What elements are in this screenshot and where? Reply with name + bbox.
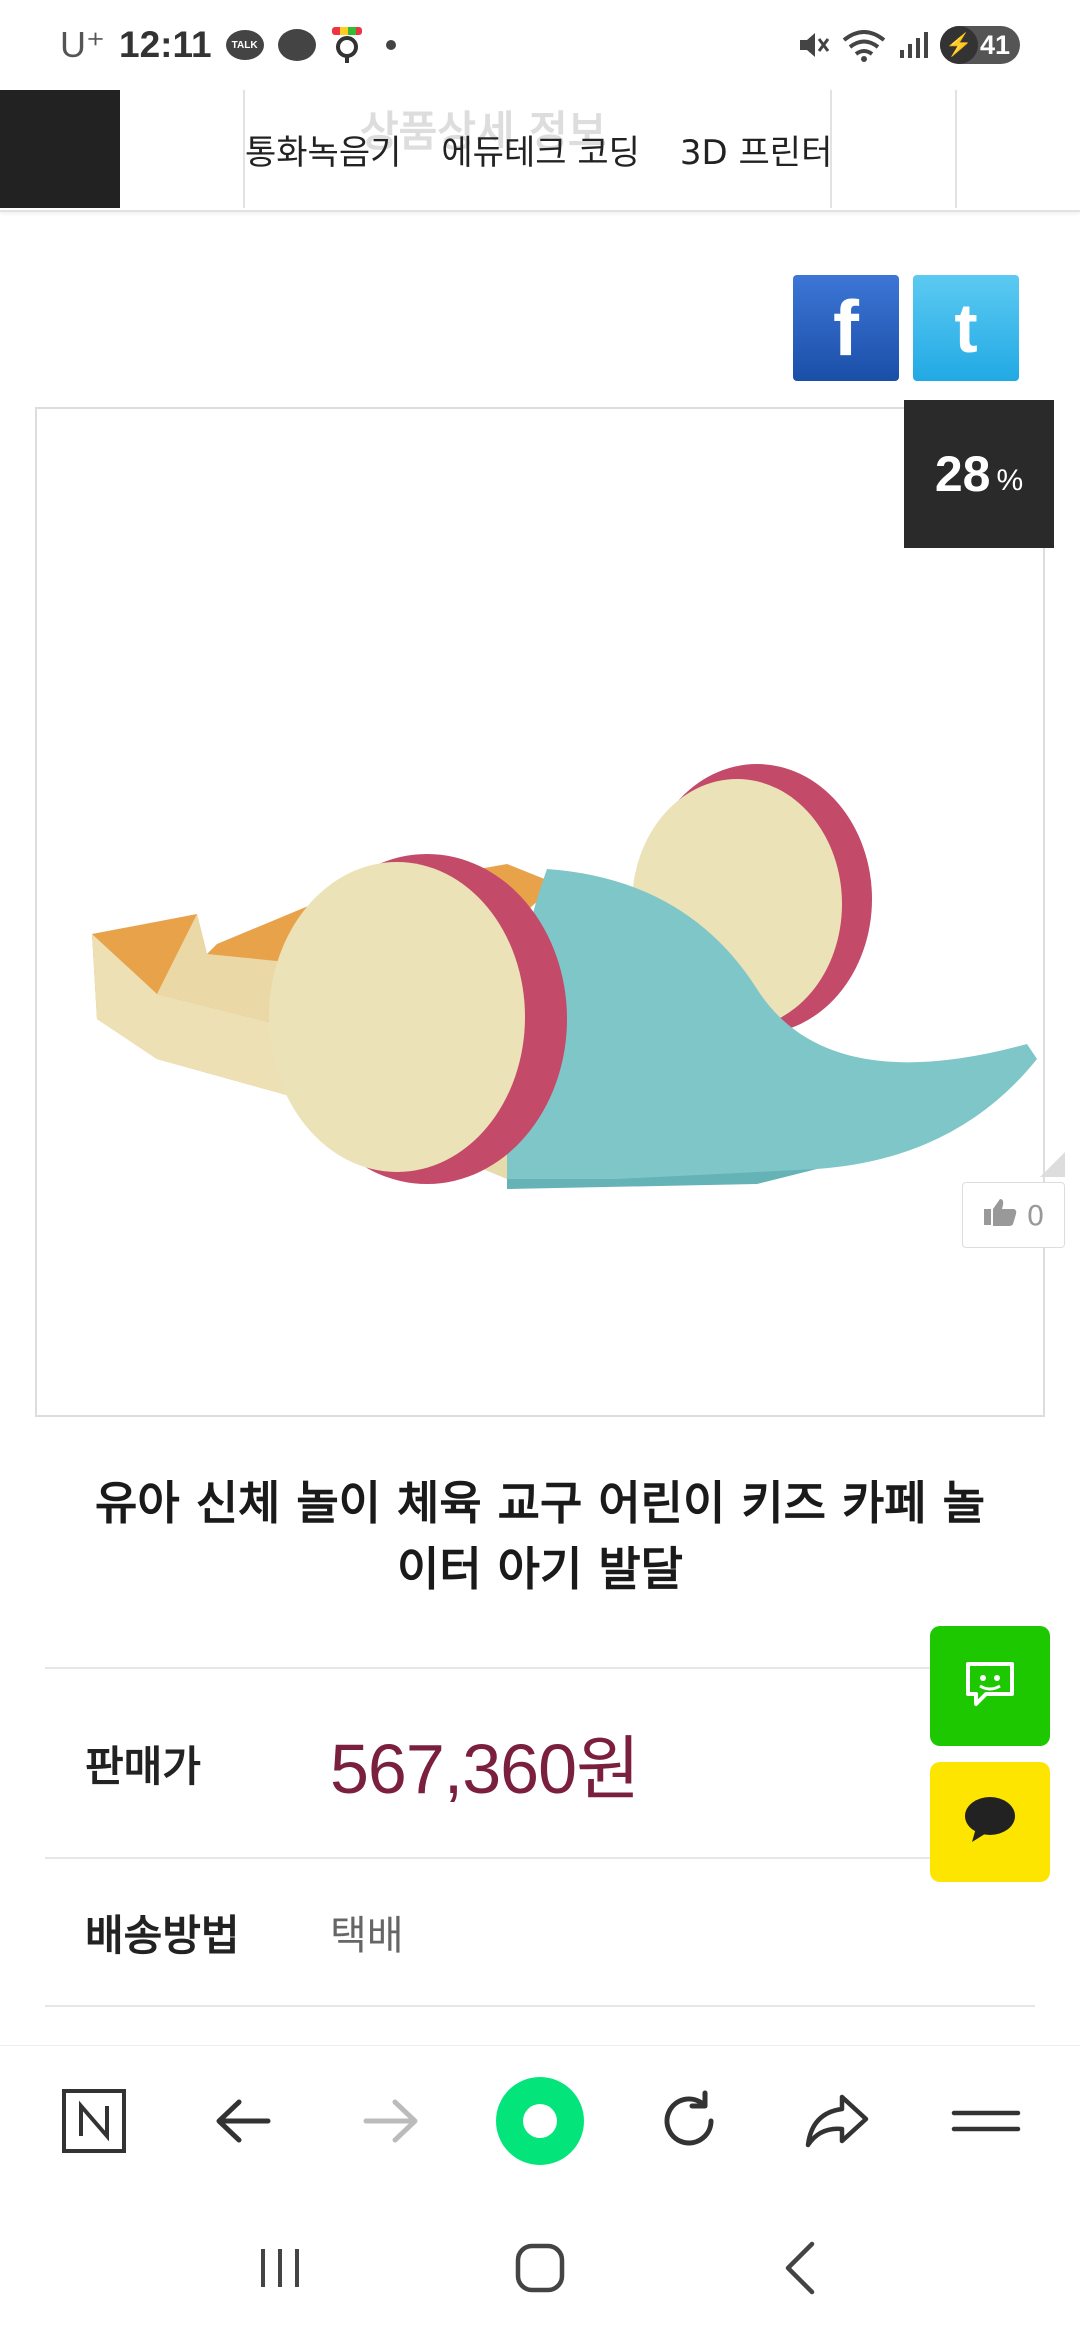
home-button[interactable] [485, 2213, 595, 2323]
product-title-line-1: 유아 신체 놀이 체육 교구 어린이 키즈 카페 놀 [95, 1476, 985, 1530]
product-info-table: 판매가 567,360원 배송방법 택배 [45, 1667, 1035, 2007]
facebook-icon: f [833, 283, 859, 372]
price-value: 567,360원 [330, 1729, 640, 1808]
forward-arrow-icon [363, 2099, 418, 2142]
category-nav: 통화녹음기 에듀테크 코딩 3D 프린터 [245, 90, 830, 208]
kakao-chat-icon [962, 1794, 1018, 1850]
status-right: ⚡ 41 [796, 26, 1020, 64]
like-count: 0 [1026, 1198, 1045, 1232]
kakaotalk-notification-icon: TALK [225, 30, 264, 60]
product-title: 유아 신체 놀이 체육 교구 어린이 키즈 카페 놀 이터 아기 발달 [80, 1470, 1000, 1602]
facebook-share-button[interactable]: f [793, 275, 899, 381]
naver-talk-icon [964, 1660, 1016, 1712]
nav-divider [955, 90, 957, 208]
chat-notification-icon [277, 29, 316, 61]
more-notifications-dot [385, 40, 396, 50]
product-title-line-2: 이터 아기 발달 [397, 1542, 683, 1596]
like-button[interactable]: 0 [962, 1182, 1065, 1248]
back-button[interactable] [188, 2066, 298, 2176]
menu-icon [951, 2110, 1020, 2131]
forward-button[interactable] [336, 2066, 446, 2176]
product-photo [92, 764, 1037, 1189]
charging-icon: ⚡ [940, 26, 978, 64]
browser-toolbar [0, 2045, 1080, 2195]
wifi-icon [842, 28, 886, 62]
home-icon [515, 2243, 565, 2292]
back-arrow-icon [216, 2099, 271, 2142]
menu-button[interactable] [931, 2066, 1041, 2176]
share-icon [805, 2094, 869, 2147]
share-buttons: f t [793, 275, 1019, 381]
refresh-icon [664, 2090, 714, 2145]
kakao-chat-button[interactable] [930, 1762, 1050, 1882]
system-back-button[interactable] [745, 2213, 855, 2323]
nav-item-call-recorder[interactable]: 통화녹음기 [245, 125, 401, 174]
clock: 12:11 [119, 24, 212, 65]
price-row: 판매가 567,360원 [45, 1667, 1035, 1857]
shipping-value: 택배 [330, 1913, 404, 1959]
naver-home-icon [495, 2076, 584, 2165]
back-icon [785, 2241, 815, 2294]
battery-indicator: ⚡ 41 [940, 26, 1020, 64]
naver-n-button[interactable] [39, 2066, 149, 2176]
battery-level: 41 [979, 29, 1010, 60]
status-bar: U⁺ 12:11 TALK ⚡ 41 [0, 0, 1080, 90]
nav-divider [830, 90, 832, 208]
system-navigation-bar [0, 2195, 1080, 2340]
refresh-button[interactable] [634, 2066, 744, 2176]
recent-apps-icon [261, 2248, 299, 2287]
nav-item-edutech-coding[interactable]: 에듀테크 코딩 [441, 125, 640, 174]
price-label: 판매가 [85, 1741, 201, 1791]
naver-n-icon [62, 2088, 127, 2153]
like-corner-tab [1040, 1152, 1065, 1177]
share-button[interactable] [782, 2066, 892, 2176]
discount-badge: 28 % [904, 400, 1054, 548]
map-notification-icon [330, 25, 364, 65]
discount-unit: % [996, 464, 1024, 497]
product-image[interactable] [35, 407, 1045, 1417]
signal-icon [898, 30, 928, 60]
status-left: U⁺ 12:11 TALK [60, 24, 396, 66]
discount-value: 28 [934, 446, 991, 502]
thumbs-up-icon [983, 1197, 1017, 1234]
shipping-label: 배송방법 [85, 1910, 240, 1960]
site-nav-header: 상품상세 정보 통화녹음기 에듀테크 코딩 3D 프린터 [0, 90, 1080, 212]
nav-item-3d-printer[interactable]: 3D 프린터 [680, 125, 830, 174]
menu-toggle[interactable] [0, 90, 120, 208]
shipping-row: 배송방법 택배 [45, 1857, 1035, 2007]
twitter-icon: t [954, 289, 978, 367]
twitter-share-button[interactable]: t [913, 275, 1019, 381]
mute-icon [796, 28, 830, 62]
naver-talk-button[interactable] [930, 1626, 1050, 1746]
carrier-label: U⁺ [60, 24, 105, 65]
naver-home-button[interactable] [485, 2066, 595, 2176]
recent-apps-button[interactable] [225, 2213, 335, 2323]
